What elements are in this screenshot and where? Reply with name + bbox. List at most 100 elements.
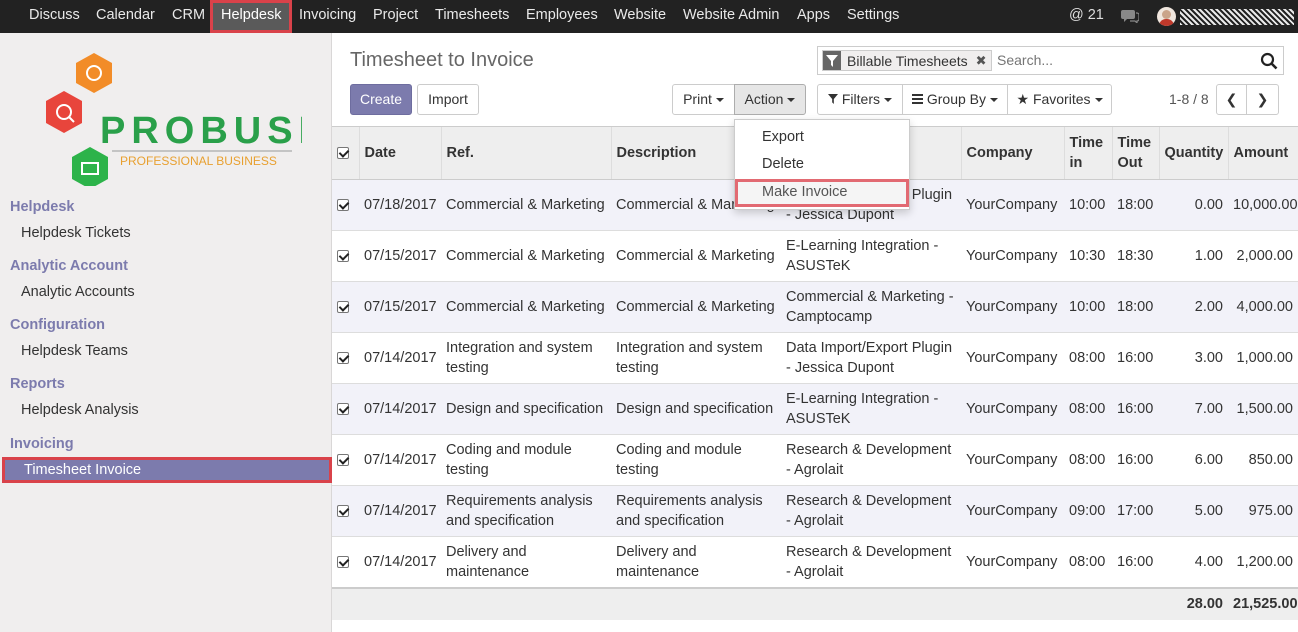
menu-website-admin[interactable]: Website Admin [683, 0, 779, 33]
column-header-date[interactable]: Date [358, 126, 441, 180]
search-bar[interactable]: Billable Timesheets ✖ [817, 46, 1284, 75]
menu-helpdesk[interactable]: Helpdesk [210, 0, 293, 33]
cell-time-in: 08:00 [1064, 434, 1112, 486]
menu-employees[interactable]: Employees [526, 0, 598, 33]
total-amount: 21,525.00 [1228, 586, 1298, 620]
table-row[interactable]: 07/15/2017 Commercial & Marketing Commerci… [332, 281, 1298, 333]
sidebar-item-analytic-accounts[interactable]: Analytic Accounts [21, 284, 135, 300]
checkbox-checked-icon[interactable] [337, 454, 349, 467]
sidebar-item-helpdesk-teams[interactable]: Helpdesk Teams [21, 343, 128, 359]
group-by-button[interactable]: Group By [902, 84, 1008, 115]
chevron-down-icon [1094, 98, 1103, 103]
search-input[interactable] [995, 51, 1255, 69]
checkbox-checked-icon[interactable] [337, 505, 349, 518]
cell-amount: 1,000.00 [1228, 332, 1298, 384]
menu-project[interactable]: Project [373, 0, 418, 33]
menu-apps[interactable]: Apps [797, 0, 830, 33]
cell-date: 07/14/2017 [359, 383, 441, 435]
table-row[interactable]: 07/14/2017 Requirements analysis and spec… [332, 485, 1298, 537]
column-header-time-out[interactable]: Time Out [1111, 126, 1159, 180]
menu-settings[interactable]: Settings [847, 0, 899, 33]
checkbox-checked-icon[interactable] [337, 301, 349, 314]
search-icon[interactable] [1260, 52, 1278, 70]
row-checkbox[interactable] [332, 179, 359, 231]
checkbox-checked-icon[interactable] [337, 403, 349, 416]
sidebar-item-helpdesk-analysis[interactable]: Helpdesk Analysis [21, 402, 139, 418]
sidebar-item-timesheet-invoice[interactable]: Timesheet Invoice [2, 457, 332, 483]
checkbox-checked-icon[interactable] [337, 147, 349, 160]
cell-project: Commercial & Marketing - Camptocamp [781, 281, 961, 333]
menu-discuss[interactable]: Discuss [29, 0, 80, 33]
chat-icon[interactable] [1121, 9, 1139, 23]
checkbox-checked-icon[interactable] [337, 250, 349, 263]
select-all-checkbox[interactable] [332, 126, 359, 180]
menu-item-make-invoice[interactable]: Make Invoice [735, 179, 909, 207]
print-button[interactable]: Print [672, 84, 735, 115]
cell-time-out: 18:30 [1112, 230, 1159, 282]
checkbox-checked-icon[interactable] [337, 555, 349, 568]
logo-tagline: PROFESSIONAL BUSINESS [120, 154, 277, 168]
cell-ref: Integration and system testing [441, 332, 611, 384]
row-checkbox[interactable] [332, 281, 359, 333]
menu-item-delete[interactable]: Delete [762, 156, 804, 172]
create-button[interactable]: Create [350, 84, 412, 115]
table-row[interactable]: 07/14/2017 Delivery and maintenance Delive… [332, 536, 1298, 588]
row-checkbox[interactable] [332, 536, 359, 588]
menu-item-export[interactable]: Export [762, 129, 804, 145]
cell-date: 07/15/2017 [359, 281, 441, 333]
pager-previous-button[interactable]: ❮ [1216, 84, 1247, 115]
search-facet-label: Billable Timesheets [847, 52, 968, 69]
column-header-company[interactable]: Company [960, 126, 1064, 180]
action-button[interactable]: Action [734, 84, 806, 115]
row-checkbox[interactable] [332, 230, 359, 282]
table-row[interactable]: 07/14/2017 Design and specification Design… [332, 383, 1298, 435]
favorites-button[interactable]: ★ Favorites [1007, 84, 1112, 115]
user-avatar[interactable] [1157, 7, 1176, 26]
cell-quantity: 0.00 [1159, 179, 1228, 231]
column-header-ref[interactable]: Ref. [440, 126, 611, 180]
cell-amount: 850.00 [1228, 434, 1298, 486]
cell-time-out: 16:00 [1112, 332, 1159, 384]
menu-calendar[interactable]: Calendar [96, 0, 155, 33]
pager-next-button[interactable]: ❯ [1246, 84, 1279, 115]
row-checkbox[interactable] [332, 383, 359, 435]
cell-description: Delivery and maintenance [611, 536, 781, 588]
menu-website[interactable]: Website [614, 0, 666, 33]
column-header-amount[interactable]: Amount [1227, 126, 1298, 180]
cell-company: YourCompany [961, 179, 1064, 231]
sidebar-item-helpdesk-tickets[interactable]: Helpdesk Tickets [21, 225, 131, 241]
facet-remove-icon[interactable]: ✖ [976, 53, 987, 69]
row-checkbox[interactable] [332, 332, 359, 384]
cell-company: YourCompany [961, 536, 1064, 588]
menu-timesheets[interactable]: Timesheets [435, 0, 509, 33]
checkbox-checked-icon[interactable] [337, 199, 349, 212]
cell-time-out: 18:00 [1112, 281, 1159, 333]
user-name-redacted[interactable] [1180, 9, 1294, 25]
cell-quantity: 6.00 [1159, 434, 1228, 486]
checkbox-checked-icon[interactable] [337, 352, 349, 365]
filters-button[interactable]: Filters [817, 84, 903, 115]
row-checkbox[interactable] [332, 434, 359, 486]
import-button[interactable]: Import [417, 84, 479, 115]
column-header-quantity[interactable]: Quantity [1158, 126, 1228, 180]
row-checkbox[interactable] [332, 485, 359, 537]
cell-ref: Coding and module testing [441, 434, 611, 486]
cell-time-out: 18:00 [1112, 179, 1159, 231]
menu-crm[interactable]: CRM [172, 0, 205, 33]
cell-quantity: 5.00 [1159, 485, 1228, 537]
cell-project: Research & Development - Agrolait [781, 434, 961, 486]
page-title: Timesheet to Invoice [350, 49, 534, 71]
top-navbar: Discuss Calendar CRM Helpdesk Invoicing … [0, 0, 1298, 33]
cell-project: Research & Development - Agrolait [781, 536, 961, 588]
pager-value[interactable]: 1-8 / 8 [1169, 91, 1209, 107]
column-header-time-in[interactable]: Time in [1063, 126, 1112, 180]
menu-invoicing[interactable]: Invoicing [299, 0, 356, 33]
cell-description: Integration and system testing [611, 332, 781, 384]
cell-amount: 4,000.00 [1228, 281, 1298, 333]
table-row[interactable]: 07/15/2017 Commercial & Marketing Commerci… [332, 230, 1298, 282]
cell-company: YourCompany [961, 230, 1064, 282]
table-row[interactable]: 07/14/2017 Coding and module testing Codin… [332, 434, 1298, 486]
table-row[interactable]: 07/14/2017 Integration and system testing… [332, 332, 1298, 384]
cell-ref: Commercial & Marketing [441, 230, 611, 282]
mentions-counter[interactable]: @ 21 [1069, 0, 1104, 31]
